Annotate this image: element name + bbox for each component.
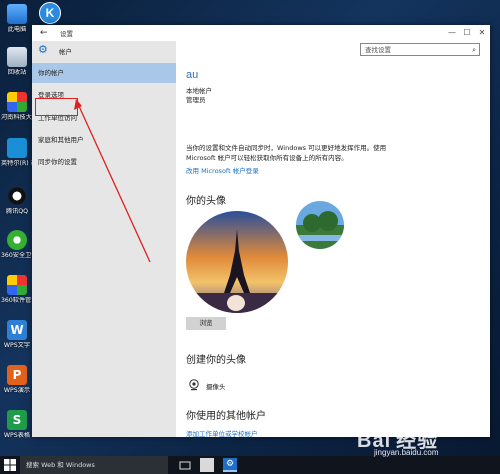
annotation-arrow: [74, 99, 151, 263]
baidu-watermark-url: jingyan.baidu.com: [374, 448, 439, 457]
task-view-icon[interactable]: [178, 458, 192, 472]
settings-taskbar-icon[interactable]: ⚙: [223, 458, 237, 472]
taskbar: 搜索 Web 和 Windows ⚙: [0, 456, 500, 474]
user-app-icon[interactable]: [200, 458, 214, 472]
windows-start-icon[interactable]: [4, 459, 16, 471]
taskbar-search[interactable]: 搜索 Web 和 Windows: [20, 456, 168, 474]
